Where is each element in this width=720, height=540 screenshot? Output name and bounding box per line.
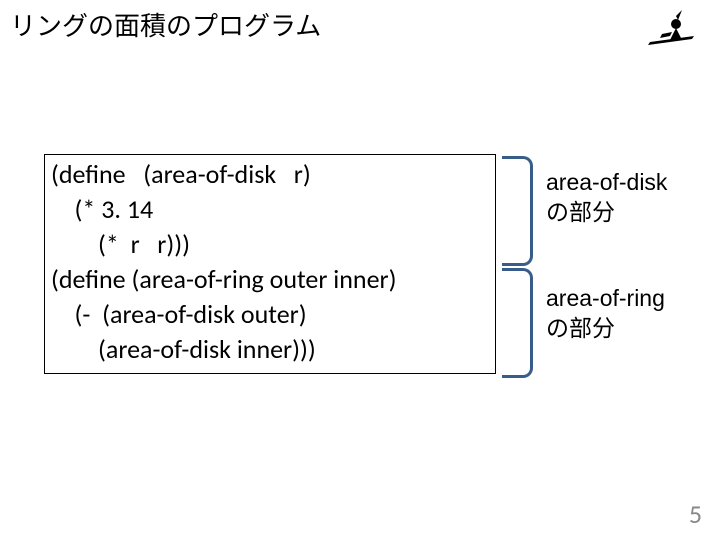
annotation-ring-name: area-of-ring	[546, 285, 665, 311]
slide-title: リングの面積のプログラム	[10, 6, 321, 43]
annotation-ring-suffix: の部分	[546, 315, 615, 341]
annotation-disk-name: area-of-disk	[546, 169, 667, 195]
code-block: (define (area-of-disk r) (* 3. 14 (* r r…	[44, 154, 496, 374]
annotation-disk-suffix: の部分	[546, 199, 615, 225]
annotation-ring: area-of-ring の部分	[546, 284, 665, 344]
annotation-disk: area-of-disk の部分	[546, 168, 667, 228]
witch-logo	[642, 6, 702, 52]
page-number: 5	[689, 498, 702, 530]
brace-ring	[502, 268, 533, 378]
brace-disk	[502, 156, 533, 266]
